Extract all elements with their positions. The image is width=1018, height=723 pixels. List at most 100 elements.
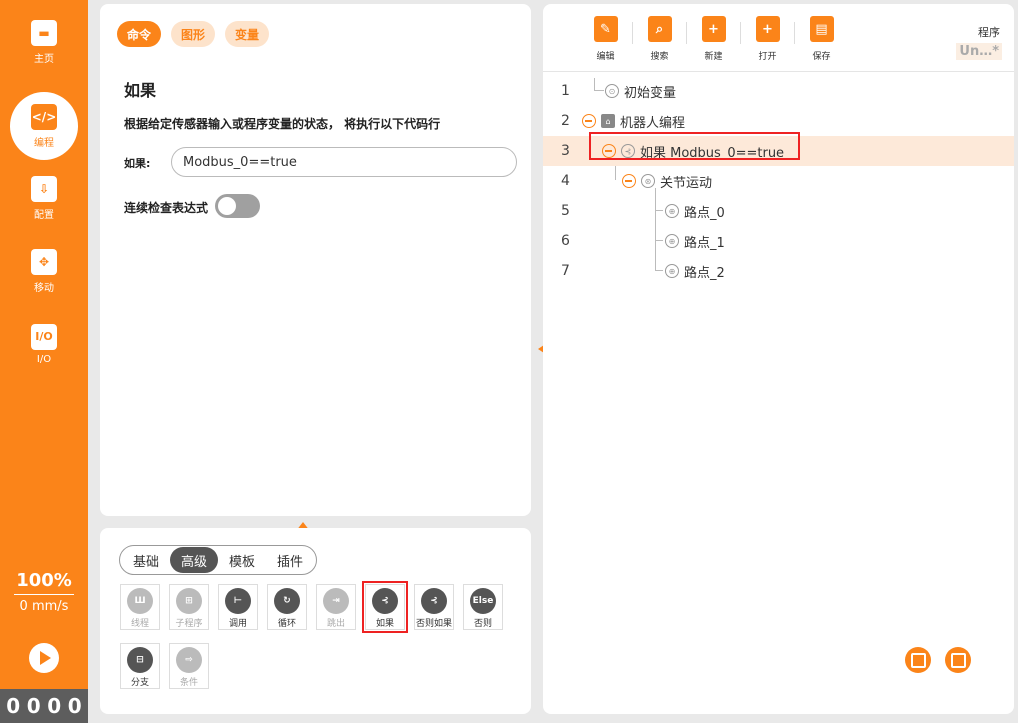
home-icon: ▬ — [31, 19, 57, 46]
toolbar-label: 新建 — [704, 52, 723, 62]
search-button[interactable]: ⌕ 搜索 — [633, 16, 686, 66]
node-label: 路点_0 — [684, 205, 725, 221]
thread-icon: Ш — [127, 588, 153, 614]
play-button[interactable] — [29, 643, 59, 673]
tree-row[interactable]: 7 ⊕ 路点_2 — [543, 256, 1014, 286]
program-panel: ✎ 编辑 ⌕ 搜索 + 新建 + 打开 ▤ 保存 程序 Un…* 1 ⊙ 初始变… — [543, 4, 1014, 714]
tree-node: ⊙ 初始变量 — [605, 82, 676, 101]
tab-command[interactable]: 命令 — [117, 21, 162, 47]
io-digit: 0 — [67, 694, 82, 718]
robot-program-icon: ⌂ — [601, 114, 615, 128]
nav-home[interactable]: ▬ 主页 — [0, 8, 88, 76]
highlight-box — [589, 132, 800, 160]
program-toolbar: ✎ 编辑 ⌕ 搜索 + 新建 + 打开 ▤ 保存 — [579, 16, 848, 66]
tool-else-if[interactable]: ⊰ 否则如果 — [414, 584, 454, 630]
sidebar: ▬ 主页 </> 编程 ⇩ 配置 ✥ 移动 I/O I/O 100% 0 mm/… — [0, 0, 88, 723]
new-button[interactable]: + 新建 — [687, 16, 740, 66]
tab-graphics[interactable]: 图形 — [171, 21, 216, 47]
divider — [543, 71, 1014, 72]
code-icon: </> — [31, 103, 57, 130]
tool-label: 否则 — [473, 619, 492, 629]
tool-label: 循环 — [277, 619, 296, 629]
line-number: 7 — [561, 263, 570, 279]
waypoint-icon: ⊕ — [665, 264, 679, 278]
line-number: 6 — [561, 233, 570, 249]
tree-row[interactable]: 5 ⊕ 路点_0 — [543, 196, 1014, 226]
toolbar-label: 打开 — [758, 52, 777, 62]
node-label: 路点_2 — [684, 265, 725, 281]
speed-value: 0 mm/s — [19, 599, 69, 614]
waypoint-icon: ⊕ — [665, 234, 679, 248]
category-plugin[interactable]: 插件 — [266, 547, 314, 573]
tool-break[interactable]: ⇥ 跳出 — [316, 584, 356, 630]
save-icon: ▤ — [809, 16, 834, 42]
toolbar-label: 搜索 — [650, 52, 669, 62]
tree-row[interactable]: 6 ⊕ 路点_1 — [543, 226, 1014, 256]
command-description: 根据给定传感器输入或程序变量的状态， 将执行以下代码行 — [124, 117, 441, 131]
nav-home-label: 主页 — [34, 53, 54, 65]
tab-variables[interactable]: 变量 — [225, 21, 270, 47]
tree-row[interactable]: 4 ⊛ 关节运动 — [543, 166, 1014, 196]
speed-display: 100% 0 mm/s — [0, 570, 88, 614]
edit-button[interactable]: ✎ 编辑 — [579, 16, 632, 66]
io-icon: I/O — [31, 323, 57, 350]
break-icon: ⇥ — [323, 588, 349, 614]
tool-label: 分支 — [130, 678, 149, 688]
tool-condition[interactable]: ⇨ 条件 — [169, 643, 209, 689]
nav-io-label: I/O — [36, 353, 52, 365]
tool-thread[interactable]: Ш 线程 — [120, 584, 160, 630]
if-label: 如果: — [124, 157, 151, 170]
search-icon: ⌕ — [647, 16, 672, 42]
program-name[interactable]: Un…* — [956, 43, 1002, 60]
tool-call[interactable]: ⊢ 调用 — [218, 584, 258, 630]
nav-io[interactable]: I/O I/O — [0, 310, 88, 378]
toolbox-panel: 基础 高级 模板 插件 Ш 线程 ⊞ 子程序 ⊢ 调用 ↻ 循环 ⇥ 跳出 ⊰ … — [100, 528, 531, 714]
fullscreen-icon[interactable] — [905, 647, 931, 673]
toolbar-label: 保存 — [812, 52, 831, 62]
io-digit: 0 — [6, 694, 21, 718]
command-title: 如果 — [124, 81, 157, 100]
collapse-icon[interactable] — [582, 114, 596, 128]
command-panel: 命令 图形 变量 如果 根据给定传感器输入或程序变量的状态， 将执行以下代码行 … — [100, 4, 531, 516]
tool-if[interactable]: ⊰ 如果 — [362, 581, 408, 633]
tool-label: 否则如果 — [415, 619, 452, 629]
program-label: 程序 — [978, 26, 1000, 39]
nav-move[interactable]: ✥ 移动 — [0, 237, 88, 305]
tool-subprogram[interactable]: ⊞ 子程序 — [169, 584, 209, 630]
nav-move-label: 移动 — [34, 282, 54, 294]
tool-branch[interactable]: ⊟ 分支 — [120, 643, 160, 689]
nav-programming[interactable]: </> 编程 — [10, 92, 78, 160]
branch-icon: ⊟ — [127, 647, 153, 673]
command-tabs: 命令 图形 变量 — [117, 21, 270, 47]
open-button[interactable]: + 打开 — [741, 16, 794, 66]
category-basic[interactable]: 基础 — [122, 547, 170, 573]
io-status-bar: 0 0 0 0 — [0, 689, 88, 723]
tree-row[interactable]: 1 ⊙ 初始变量 — [543, 76, 1014, 106]
new-file-icon: + — [701, 16, 726, 42]
toolbar-label: 编辑 — [596, 52, 615, 62]
tool-label: 如果 — [375, 619, 394, 629]
node-label: 路点_1 — [684, 235, 725, 251]
line-number: 1 — [561, 83, 570, 99]
move-icon: ✥ — [31, 248, 57, 275]
condition-icon: ⇨ — [176, 647, 202, 673]
else-icon: Else — [470, 588, 496, 614]
nav-config[interactable]: ⇩ 配置 — [0, 164, 88, 232]
node-label: 关节运动 — [660, 175, 713, 191]
tool-label: 跳出 — [326, 619, 345, 629]
collapse-icon[interactable] — [622, 174, 636, 188]
tool-label: 线程 — [130, 619, 149, 629]
console-icon[interactable] — [945, 647, 971, 673]
category-template[interactable]: 模板 — [218, 547, 266, 573]
toolbox-categories: 基础 高级 模板 插件 — [119, 545, 318, 575]
nav-config-label: 配置 — [34, 209, 54, 221]
continuous-check-toggle[interactable] — [215, 194, 260, 218]
category-advanced[interactable]: 高级 — [170, 547, 219, 573]
node-label: 初始变量 — [624, 85, 677, 101]
save-button[interactable]: ▤ 保存 — [795, 16, 848, 66]
if-expression-input[interactable]: Modbus_0==true — [171, 147, 517, 177]
tool-loop[interactable]: ↻ 循环 — [267, 584, 307, 630]
joint-move-icon: ⊛ — [641, 174, 655, 188]
line-number: 2 — [561, 113, 570, 129]
tool-else[interactable]: Else 否则 — [463, 584, 503, 630]
